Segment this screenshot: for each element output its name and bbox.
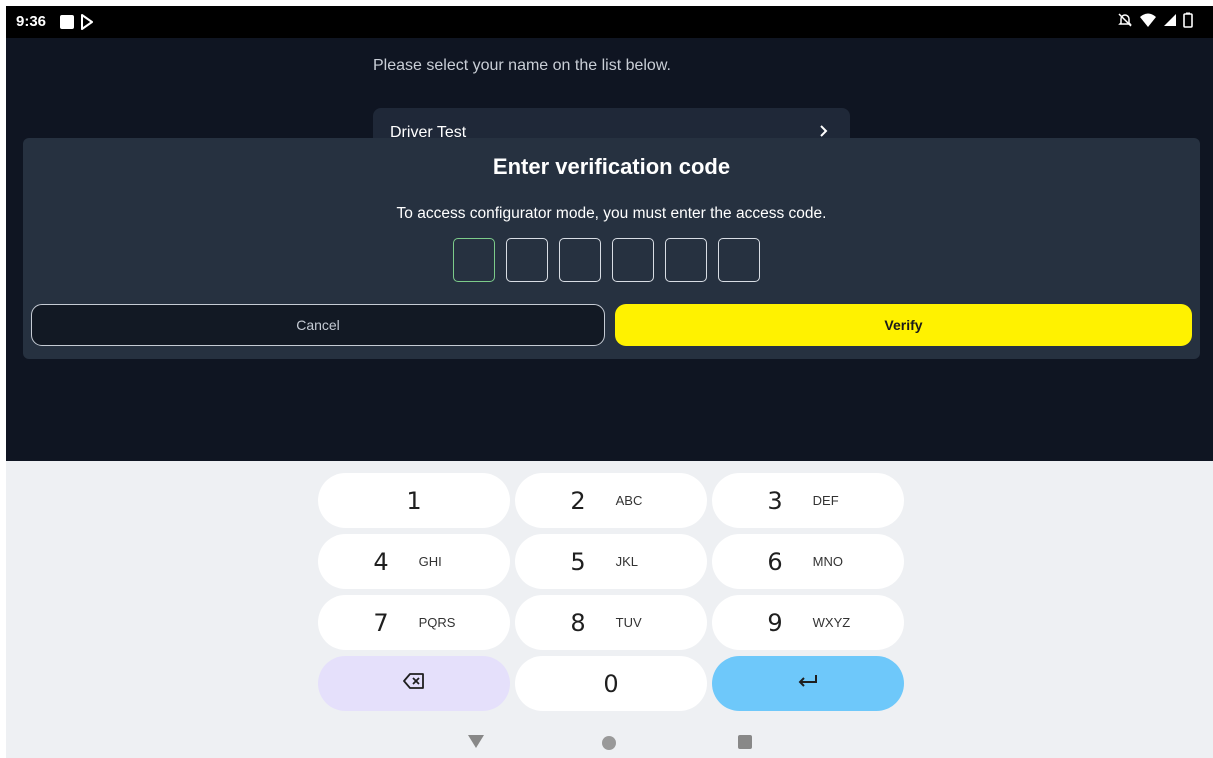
status-time: 9:36 [16,13,47,30]
key-letters: JKL [615,554,639,569]
key-letters: ABC [615,493,643,508]
key-number: 6 [767,547,783,576]
numeric-keyboard: 1 2 ABC 3 DEF 4 GHI 5 JKL 6 MNO 7 PQRS 8… [6,461,1213,758]
code-digit-2[interactable] [506,238,548,282]
code-digit-5[interactable] [665,238,707,282]
notification-square-icon [60,15,74,29]
navigation-bar [6,726,1213,758]
key-0[interactable]: 0 [515,656,707,711]
key-letters: DEF [812,493,839,508]
dnd-off-icon [1117,12,1133,33]
enter-key[interactable] [712,656,904,711]
key-4[interactable]: 4 GHI [318,534,510,589]
key-letters: TUV [615,615,642,630]
key-number: 5 [570,547,586,576]
dialog-title: Enter verification code [492,154,731,179]
battery-icon [1183,12,1193,33]
key-letters: WXYZ [812,615,851,630]
key-7[interactable]: 7 PQRS [318,595,510,650]
key-letters: PQRS [418,615,456,630]
status-icons [1117,12,1193,33]
key-number: 7 [373,608,389,637]
key-number: 0 [603,669,619,698]
key-number: 1 [406,486,422,515]
back-icon[interactable] [468,735,484,748]
key-number: 2 [570,486,586,515]
key-number: 4 [373,547,389,576]
verification-dialog: Enter verification code To access config… [23,138,1200,359]
enter-icon [797,674,819,693]
key-6[interactable]: 6 MNO [712,534,904,589]
signal-icon [1163,12,1177,33]
key-1[interactable]: 1 [318,473,510,528]
key-2[interactable]: 2 ABC [515,473,707,528]
code-digit-4[interactable] [612,238,654,282]
instruction-text: Please select your name on the list belo… [373,57,671,74]
backspace-icon [403,673,425,694]
key-number: 8 [570,608,586,637]
play-store-icon [80,14,94,35]
key-letters: GHI [418,554,442,569]
code-input-row [453,238,760,282]
key-number: 9 [767,608,783,637]
key-number: 3 [767,486,783,515]
home-icon[interactable] [602,736,616,750]
key-letters: MNO [812,554,843,569]
key-3[interactable]: 3 DEF [712,473,904,528]
key-5[interactable]: 5 JKL [515,534,707,589]
key-8[interactable]: 8 TUV [515,595,707,650]
code-digit-6[interactable] [718,238,760,282]
dialog-message: To access configurator mode, you must en… [396,205,827,222]
code-digit-1[interactable] [453,238,495,282]
key-9[interactable]: 9 WXYZ [712,595,904,650]
code-digit-3[interactable] [559,238,601,282]
recents-icon[interactable] [738,735,752,749]
backspace-key[interactable] [318,656,510,711]
cancel-button[interactable]: Cancel [31,304,605,346]
status-bar: 9:36 [6,6,1213,38]
wifi-icon [1139,12,1157,33]
verify-button[interactable]: Verify [615,304,1192,346]
screen: 9:36 Please select your name on the list… [6,6,1213,758]
